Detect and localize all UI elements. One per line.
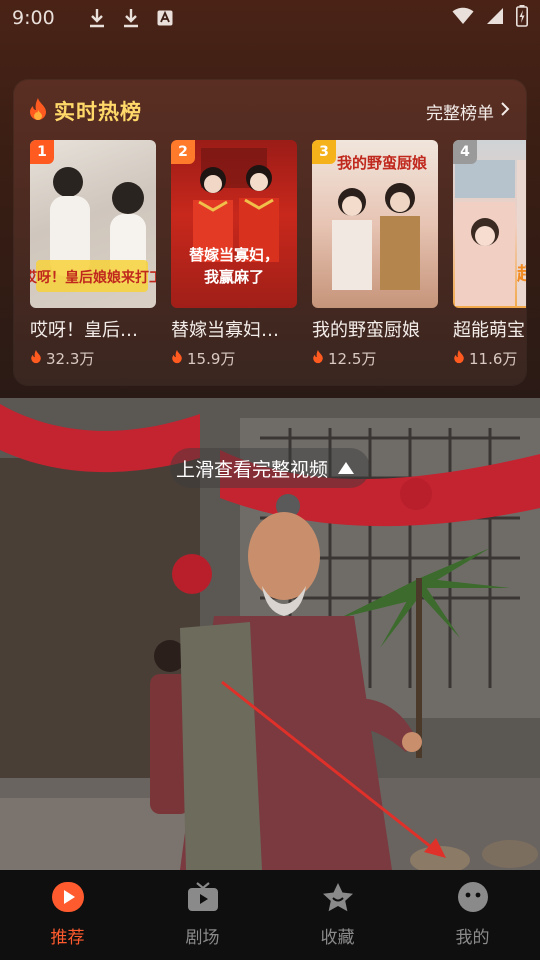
rank-badge: 4 [453,140,477,164]
hot-list-posters: 哎呀！皇后娘娘来打工 1 哎呀！皇后… 32.3万 替嫁当寡妇， 我赢麻了 2 … [30,140,526,380]
drama-cover[interactable]: 哎呀！皇后娘娘来打工 1 [30,140,156,308]
download-icon [89,8,105,28]
rank-badge: 3 [312,140,336,164]
rank-badge: 1 [30,140,54,164]
wifi-icon [452,7,474,30]
drama-name: 哎呀！皇后… [30,320,138,341]
heat-count: 11.6万 [453,348,526,369]
profile-icon [457,882,489,917]
swipe-hint-label: 上滑查看完整视频 [176,458,329,481]
drama-cover[interactable]: 超能萌宝 4 [453,140,526,308]
bottom-navigation: 推荐 剧场 收藏 我的 [0,870,540,960]
drama-cover[interactable]: 我的野蛮厨娘 3 [312,140,438,308]
nav-tab-profile[interactable]: 我的 [413,882,533,948]
full-list-link[interactable]: 完整榜单 [426,99,510,124]
flame-icon [28,97,48,125]
hot-list-item[interactable]: 超能萌宝 4 超能萌宝 11.6万 [453,140,526,380]
drama-name: 我的野蛮厨娘 [312,320,420,341]
nav-tab-label: 收藏 [320,928,355,948]
hot-list-title: 实时热榜 [54,100,142,124]
chevron-right-icon [500,101,510,122]
cover-1-artwork: 哎呀！皇后娘娘来打工 [30,167,156,292]
nav-tab-favorites[interactable]: 收藏 [278,882,398,948]
battery-icon [516,4,528,32]
nav-tab-label: 推荐 [50,928,85,948]
heat-count: 15.9万 [171,348,297,369]
star-icon [322,882,354,917]
heat-value: 12.5万 [328,350,377,368]
download-icon [123,8,139,28]
play-circle-icon [51,882,84,917]
drama-name: 替嫁当寡妇… [171,320,279,341]
hot-list-item[interactable]: 替嫁当寡妇， 我赢麻了 2 替嫁当寡妇… 15.9万 [171,140,297,380]
heat-value: 11.6万 [469,350,518,368]
nav-tab-recommend[interactable]: 推荐 [8,882,128,948]
cover-2-artwork: 替嫁当寡妇， 我赢麻了 [189,148,279,286]
cover-title: 哎呀！皇后娘娘来打工 [30,269,156,286]
hot-list-card: 实时热榜 完整榜单 哎呀！皇后娘娘来打工 1 哎呀！皇后… 32.3万 替嫁当寡… [14,80,526,385]
flame-icon [171,349,183,368]
heat-value: 15.9万 [187,350,236,368]
heat-count: 32.3万 [30,348,156,369]
cover-3-artwork: 我的野蛮厨娘 [332,154,428,290]
cover-title: 我的野蛮厨娘 [337,154,428,172]
notification-app-icon [157,10,173,26]
cover-title: 替嫁当寡妇， [189,246,279,264]
tv-icon [187,882,219,917]
heat-count: 12.5万 [312,348,438,369]
drama-name: 超能萌宝 [453,320,525,341]
flame-icon [30,349,42,368]
video-player[interactable]: 上滑查看完整视频 [0,398,540,870]
cover-4-artwork: 超能萌宝 [455,160,526,306]
hot-list-item[interactable]: 我的野蛮厨娘 3 我的野蛮厨娘 12.5万 [312,140,438,380]
hot-list-header: 实时热榜 完整榜单 [28,96,510,126]
swipe-up-hint[interactable]: 上滑查看完整视频 [170,448,371,488]
nav-tab-label: 剧场 [185,928,220,948]
cover-title: 超能萌宝 [517,263,526,285]
hot-list-item[interactable]: 哎呀！皇后娘娘来打工 1 哎呀！皇后… 32.3万 [30,140,156,380]
triangle-up-icon [338,457,355,479]
flame-icon [312,349,324,368]
heat-value: 32.3万 [46,350,95,368]
cover-title: 我赢麻了 [204,268,264,286]
flame-icon [453,349,465,368]
rank-badge: 2 [171,140,195,164]
drama-cover[interactable]: 替嫁当寡妇， 我赢麻了 2 [171,140,297,308]
signal-icon [486,7,504,30]
nav-tab-theater[interactable]: 剧场 [143,882,263,948]
full-list-label: 完整榜单 [426,103,494,124]
nav-tab-label: 我的 [455,928,490,948]
status-time: 9:00 [12,7,55,29]
status-bar: 9:00 [0,0,540,36]
